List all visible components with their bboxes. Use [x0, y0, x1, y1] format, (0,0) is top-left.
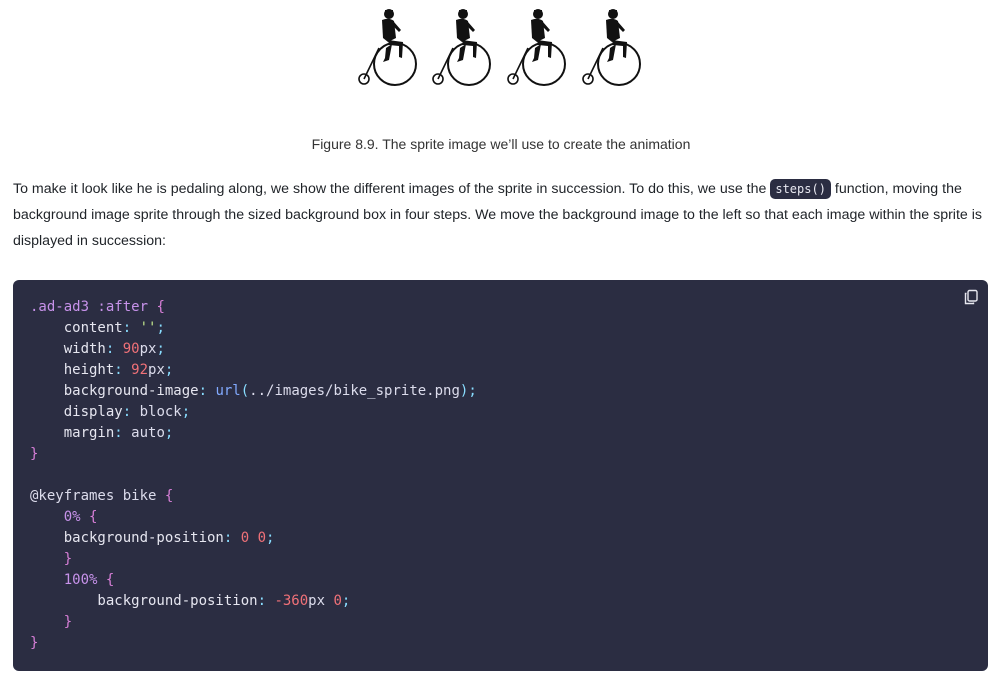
code-token: }: [30, 614, 73, 630]
code-token: }: [30, 446, 39, 462]
code-token: px: [308, 593, 326, 609]
code-token: width: [30, 341, 106, 357]
code-token: display: [30, 404, 123, 420]
code-line: }: [30, 444, 477, 465]
code-token: 0%: [30, 509, 90, 525]
code-line: display: block;: [30, 402, 477, 423]
code-token: 100%: [30, 572, 106, 588]
code-token: content: [30, 320, 123, 336]
paragraph-text-before: To make it look like he is pedaling alon…: [13, 181, 771, 197]
code-token: background-position: [30, 593, 258, 609]
code-line: background-position: -360px 0;: [30, 591, 477, 612]
code-token: 90: [114, 341, 140, 357]
code-token: url: [207, 383, 241, 399]
code-block: .ad-ad3 :after { content: ''; width: 90p…: [13, 280, 988, 671]
code-token: background-position: [30, 530, 224, 546]
code-token: :: [198, 383, 208, 399]
bike-sprite-image: [355, 8, 645, 92]
code-line: }: [30, 549, 477, 570]
copy-icon: [964, 289, 978, 305]
code-token: px: [139, 341, 157, 357]
code-token: ../images/bike_sprite.png: [249, 383, 460, 399]
code-token: block: [131, 404, 182, 420]
code-token: ;: [156, 341, 165, 357]
code-token: ;: [181, 404, 191, 420]
code-line: 100% {: [30, 570, 477, 591]
code-line: .ad-ad3 :after {: [30, 297, 477, 318]
code-token: {: [156, 299, 165, 315]
code-line: background-position: 0 0;: [30, 528, 477, 549]
code-token: {: [89, 509, 98, 525]
code-line: 0% {: [30, 507, 477, 528]
code-token: :: [114, 362, 123, 378]
code-token: ;: [468, 383, 477, 399]
code-token: 0 0: [232, 530, 267, 546]
inline-code-steps: steps(): [770, 179, 831, 199]
code-token: margin: [30, 425, 115, 441]
code-token: }: [30, 551, 73, 567]
penny-farthing-rider-sprite-icon: [358, 8, 641, 86]
code-token: ;: [164, 362, 174, 378]
code-token: px: [148, 362, 165, 378]
code-line: content: '';: [30, 318, 477, 339]
code-line: background-image: url(../images/bike_spr…: [30, 381, 477, 402]
copy-button[interactable]: [963, 289, 979, 305]
code-line: @keyframes bike {: [30, 486, 477, 507]
code-token: (: [240, 383, 250, 399]
code-token: 92: [122, 362, 149, 378]
code-token: -360: [266, 593, 309, 609]
code-token: ;: [164, 425, 174, 441]
code-token: ;: [156, 320, 165, 336]
code-token: }: [30, 635, 39, 651]
code-line: height: 92px;: [30, 360, 477, 381]
code-token: background-image: [30, 383, 199, 399]
code-token: :: [114, 425, 123, 441]
code-token: 0: [325, 593, 342, 609]
code-content: .ad-ad3 :after { content: ''; width: 90p…: [30, 297, 477, 654]
code-line: margin: auto;: [30, 423, 477, 444]
code-line: }: [30, 633, 477, 654]
code-token: ;: [341, 593, 351, 609]
code-token: ;: [266, 530, 275, 546]
code-token: '': [131, 320, 157, 336]
code-token: {: [164, 488, 174, 504]
code-token: @keyframes bike: [30, 488, 165, 504]
code-token: :: [122, 404, 132, 420]
code-token: :: [122, 320, 132, 336]
code-line: width: 90px;: [30, 339, 477, 360]
code-token: .ad-ad3 :after: [30, 299, 157, 315]
code-token: :: [257, 593, 267, 609]
figure-caption: Figure 8.9. The sprite image we’ll use t…: [311, 136, 691, 152]
body-paragraph: To make it look like he is pedaling alon…: [13, 176, 988, 254]
code-token: height: [30, 362, 115, 378]
code-token: {: [105, 572, 115, 588]
code-line: }: [30, 612, 477, 633]
code-token: auto: [122, 425, 165, 441]
